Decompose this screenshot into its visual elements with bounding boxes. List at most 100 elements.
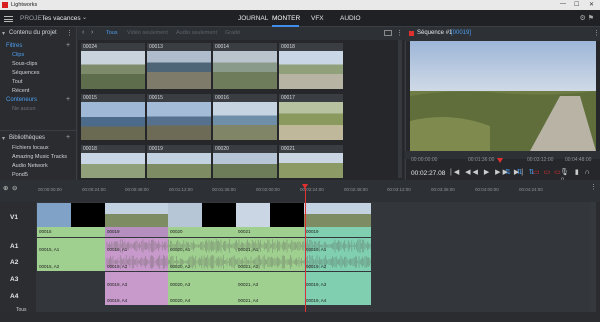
filters-header[interactable]: Filtres xyxy=(6,43,22,49)
clip-thumbnail[interactable]: 00021 xyxy=(279,145,343,178)
minimize-button[interactable]: — xyxy=(560,1,566,7)
clip-thumbnail[interactable]: 00020 xyxy=(213,145,277,178)
track-label-a3[interactable]: A3 xyxy=(10,276,18,283)
add-container-icon[interactable]: + xyxy=(66,96,70,103)
video-clip[interactable]: 00019 xyxy=(304,203,371,237)
clip-thumbnail[interactable]: 00013 xyxy=(147,43,211,93)
containers-header[interactable]: Conteneurs xyxy=(6,97,37,103)
filter-sequences[interactable]: Séquences xyxy=(12,70,40,76)
more-options-icon[interactable]: ⋮ xyxy=(396,29,403,37)
browser-scrollbar[interactable] xyxy=(398,40,402,178)
filter-sous-clips[interactable]: Sous-clips xyxy=(12,61,37,67)
project-name-dropdown[interactable]: les vacances xyxy=(43,15,81,22)
edit-buttons-icons[interactable]: ▭ ▭ ▭ xyxy=(533,168,562,176)
project-content-panel: ▾ Contenu du projet ⋮ Filtres + Clips So… xyxy=(0,27,77,180)
track-label-a4[interactable]: A4 xyxy=(10,293,18,300)
filter-tout[interactable]: Tout xyxy=(12,79,22,85)
more-options-icon[interactable]: ⋮ xyxy=(66,29,73,37)
project-content-title: Contenu du projet xyxy=(9,30,57,36)
hamburger-menu-icon[interactable] xyxy=(4,16,13,24)
video-clip[interactable]: 00020 xyxy=(168,203,236,237)
library-amazing-music[interactable]: Amazing Music Tracks xyxy=(12,154,67,160)
collapse-icon[interactable]: ▾ xyxy=(2,135,5,142)
viewer-playhead-marker[interactable] xyxy=(497,158,503,163)
add-library-icon[interactable]: + xyxy=(66,134,70,141)
tab-journal[interactable]: JOURNAL xyxy=(238,15,268,22)
tc-right: 00:04:48:00 xyxy=(565,157,592,163)
maximize-button[interactable]: ☐ xyxy=(574,1,579,8)
top-navbar: PROJET les vacances ⌄ JOURNAL MONTER VFX… xyxy=(0,10,600,27)
record-indicator-icon xyxy=(409,31,414,36)
audio-waveform xyxy=(106,239,371,269)
clip-thumbnail[interactable]: 00015 xyxy=(81,94,145,144)
clip-thumbnail[interactable]: 00018 xyxy=(81,145,145,178)
library-local-files[interactable]: Fichiers locaux xyxy=(12,145,49,151)
tab-monter[interactable]: MONTER xyxy=(272,15,300,22)
ruler-label: 00:03:12:00 xyxy=(387,187,411,192)
current-timecode[interactable]: 00:02:27.08 xyxy=(411,170,445,177)
tab-audio[interactable]: AUDIO xyxy=(340,15,361,22)
audio-clip-a3-a4[interactable]: 00021, A3 00021, A4 xyxy=(236,272,304,305)
ruler-label: 00:01:12:00 xyxy=(169,187,193,192)
filter-clips[interactable]: Clips xyxy=(12,52,24,58)
audio-clip-a3-a4[interactable]: 00019, A3 00019, A4 xyxy=(105,272,168,305)
settings-icons[interactable]: ⚙ ⚑ xyxy=(580,14,595,22)
viewer-frame xyxy=(410,41,596,151)
filter-tab-graded[interactable]: Gradé xyxy=(225,30,240,36)
tab-vfx[interactable]: VFX xyxy=(311,15,324,22)
tc-in: 00:00:00:00 xyxy=(411,157,438,163)
filter-tab-audio[interactable]: Audio seulement xyxy=(176,30,217,36)
more-options-icon[interactable]: ⋮ xyxy=(593,29,600,37)
sequence-title: Séquence #1 xyxy=(417,30,453,36)
mark-in-out-icons[interactable]: ⇅ ⇅ ⇅ xyxy=(505,168,537,176)
clip-thumbnail[interactable]: 00024 xyxy=(81,43,145,93)
ruler-label: 00:04:24:00 xyxy=(519,187,543,192)
clip-thumbnail[interactable]: 00018 xyxy=(279,43,343,93)
add-filter-icon[interactable]: + xyxy=(66,42,70,49)
clip-thumbnail[interactable]: 00015 xyxy=(147,94,211,144)
filter-tab-video[interactable]: Vidéo seulement xyxy=(127,30,168,36)
libraries-header: Bibliothèques xyxy=(9,135,46,141)
clip-thumbnail[interactable]: 00017 xyxy=(279,94,343,144)
ruler-label: 00:00:24:00 xyxy=(82,187,106,192)
collapse-icon[interactable]: ▾ xyxy=(2,30,5,37)
track-label-a1[interactable]: A1 xyxy=(10,243,18,250)
timeline-scrollbar[interactable] xyxy=(590,202,596,312)
ruler-label: 00:01:36:00 xyxy=(212,187,236,192)
zoom-out-icon[interactable]: ⊖ xyxy=(12,184,17,192)
timeline-playhead[interactable] xyxy=(305,188,306,312)
project-label: PROJET xyxy=(20,15,46,22)
ruler-label: 00:00:00:00 xyxy=(38,187,62,192)
library-pond5[interactable]: Pond5 xyxy=(12,172,28,178)
more-options-icon[interactable]: ⋮ xyxy=(590,183,597,191)
clip-thumbnail[interactable]: 00014 xyxy=(213,43,277,93)
tc-end: 00:03:12:00 xyxy=(527,157,554,163)
audio-clip-a3-a4[interactable]: 00019, A3 00019, A4 xyxy=(304,272,371,305)
library-audio-network[interactable]: Audio Network xyxy=(12,163,48,169)
filter-tab-all[interactable]: Tous xyxy=(106,30,118,36)
video-clip[interactable]: 00021 xyxy=(236,203,304,237)
ruler-label: 00:02:48:00 xyxy=(344,187,368,192)
clip-thumbnail[interactable]: 00019 xyxy=(147,145,211,178)
chevron-down-icon[interactable]: ⌄ xyxy=(82,14,87,21)
all-tracks-button[interactable]: Tous xyxy=(16,307,27,313)
track-label-v1[interactable]: V1 xyxy=(10,214,18,221)
app-logo-icon xyxy=(2,2,8,8)
close-button[interactable]: ✕ xyxy=(589,1,594,8)
track-label-a2[interactable]: A2 xyxy=(10,259,18,266)
video-clip[interactable]: 00015 xyxy=(37,203,105,237)
clip-thumbnail[interactable]: 00016 xyxy=(213,94,277,144)
landscape-frame xyxy=(410,41,596,151)
video-clip[interactable]: 00019 xyxy=(105,203,168,237)
back-icon[interactable]: ‹ xyxy=(82,29,84,36)
zoom-in-icon[interactable]: ⊕ xyxy=(3,184,8,192)
audio-clip-a3-a4[interactable]: 00020, A3 00020, A4 xyxy=(168,272,236,305)
tc-mid: 00:01:36:00 xyxy=(468,157,495,163)
grid-view-icon[interactable] xyxy=(384,30,392,36)
ruler-label: 00:03:36:00 xyxy=(431,187,455,192)
filter-recent[interactable]: Récent xyxy=(12,88,29,94)
containers-empty: Ne aucun xyxy=(12,106,36,112)
window-titlebar: Lightworks — ☐ ✕ xyxy=(0,0,600,10)
forward-icon[interactable]: › xyxy=(91,29,93,36)
window-title: Lightworks xyxy=(11,1,38,8)
